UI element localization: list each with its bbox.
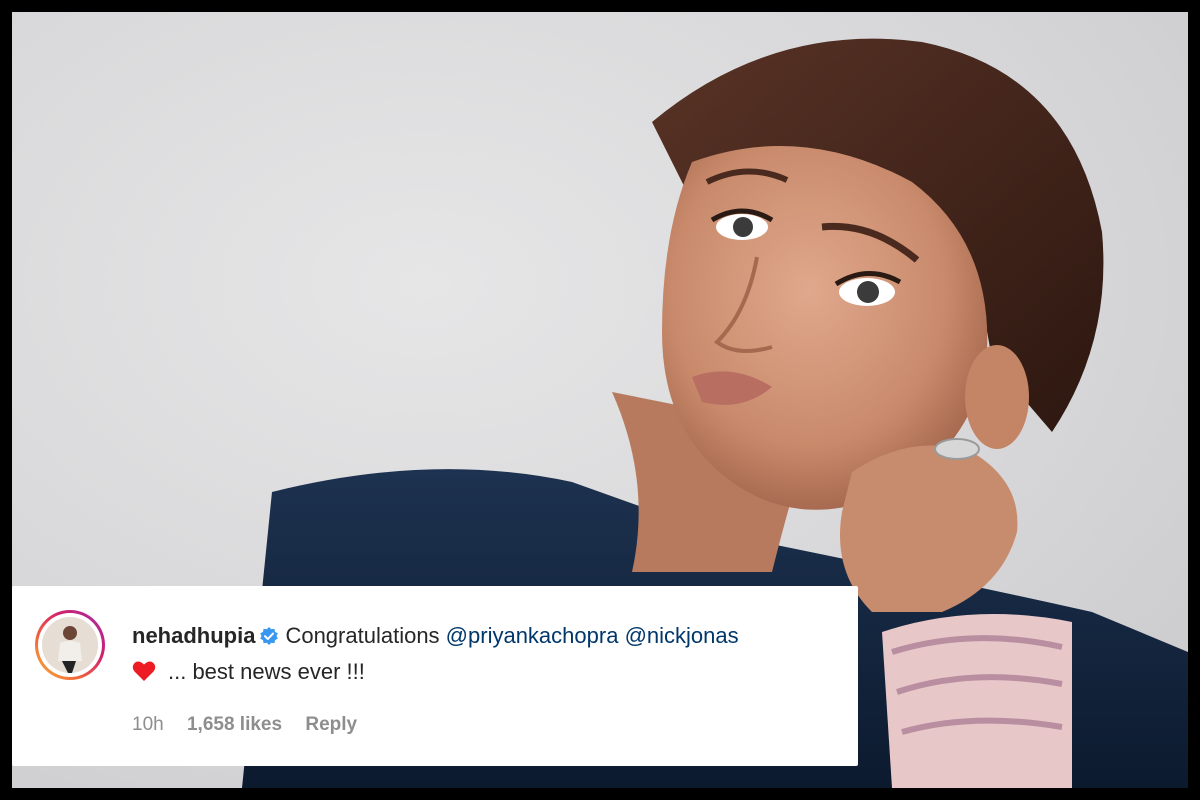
comment-text: Congratulations [285,623,446,648]
comment-username[interactable]: nehadhupia [132,623,255,648]
comment-meta: 10h 1,658 likes Reply [132,714,375,736]
reply-button[interactable]: Reply [305,714,357,735]
comment-likes[interactable]: 1,658 likes [187,714,282,735]
comment-card: nehadhupia Congratulations @priyankachop… [12,586,858,766]
comment-second-line: ... best news ever !!! [132,658,365,686]
avatar[interactable] [42,617,98,673]
ear-shape [965,345,1029,449]
mention-priyankachopra[interactable]: @priyankachopra [446,623,619,648]
comment-time: 10h [132,714,164,735]
comment-text-2: ... best news ever !!! [168,659,365,684]
mention-nickjonas[interactable]: @nickjonas [625,623,739,648]
ring-shape [934,438,980,460]
image-frame: nehadhupia Congratulations @priyankachop… [12,12,1188,788]
hand-shape [840,445,1018,612]
verified-badge-icon [260,627,279,645]
red-heart-icon [132,661,156,681]
story-ring[interactable] [35,610,105,680]
avatar-image [42,617,98,673]
comment-first-line: nehadhupia Congratulations @priyankachop… [132,622,739,650]
